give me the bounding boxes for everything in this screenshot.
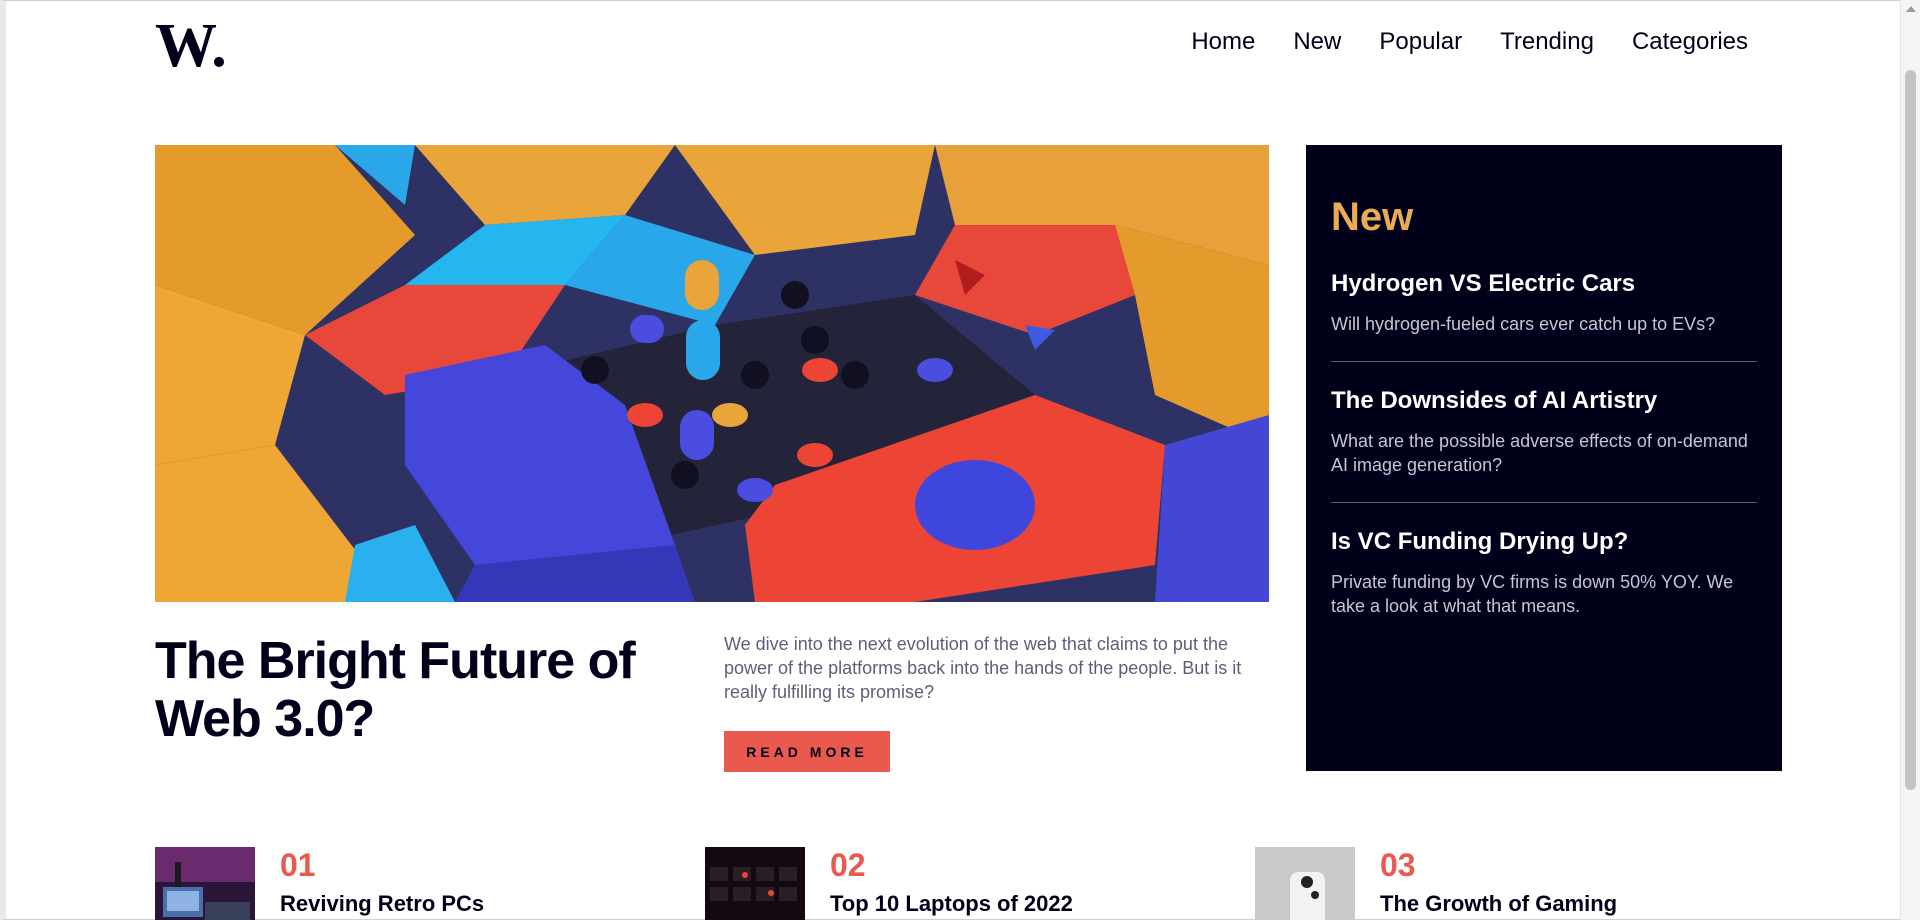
article-number: 03 [1380,847,1416,883]
article-card: 03 The Growth of Gaming [1255,847,1755,920]
new-item-desc: Will hydrogen-fueled cars ever catch up … [1331,314,1716,334]
nav-trending[interactable]: Trending [1500,28,1594,56]
hero-title: The Bright Future of Web 3.0? [155,632,636,748]
new-item: The Downsides of AI Artistry What are th… [1331,387,1757,503]
new-item: Hydrogen VS Electric Cars Will hydrogen-… [1331,270,1757,362]
new-item-title[interactable]: Is VC Funding Drying Up? [1331,528,1757,556]
new-item-title[interactable]: The Downsides of AI Artistry [1331,387,1757,415]
article-title[interactable]: The Growth of Gaming [1380,891,1617,917]
article-card: 01 Reviving Retro PCs [155,847,655,920]
hero-illustration [155,145,1269,602]
article-thumbnail[interactable] [1255,847,1355,920]
new-item: Is VC Funding Drying Up? Private funding… [1331,528,1757,643]
nav-home[interactable]: Home [1191,28,1255,56]
main-nav: Home New Popular Trending Categories [1191,28,1748,56]
retro-pc-image [155,847,255,920]
laptop-keyboard-image [705,847,805,920]
game-controller-image [1255,847,1355,920]
hero-image [155,145,1269,602]
article-card: 02 Top 10 Laptops of 2022 [705,847,1205,920]
nav-categories[interactable]: Categories [1632,28,1748,56]
article-title[interactable]: Reviving Retro PCs [280,891,484,917]
site-header: W. Home New Popular Trending Categories [155,18,1748,78]
logo-text: W. [155,18,227,72]
featured-articles: 01 Reviving Retro PCs 02 Top 10 Laptops … [155,847,1783,920]
article-number: 02 [830,847,866,883]
nav-new[interactable]: New [1293,28,1341,56]
article-thumbnail[interactable] [705,847,805,920]
scroll-up-icon[interactable] [1906,6,1916,12]
new-articles-panel: New Hydrogen VS Electric Cars Will hydro… [1306,145,1782,771]
hero-description: We dive into the next evolution of the w… [724,634,1242,702]
vertical-scrollbar[interactable] [1900,0,1920,920]
nav-popular[interactable]: Popular [1379,28,1462,56]
new-item-title[interactable]: Hydrogen VS Electric Cars [1331,270,1757,298]
scrollbar-thumb[interactable] [1905,70,1916,790]
new-item-desc: What are the possible adverse effects of… [1331,431,1748,475]
new-item-desc: Private funding by VC firms is down 50% … [1331,572,1734,616]
article-thumbnail[interactable] [155,847,255,920]
logo[interactable]: W. [155,18,237,72]
article-number: 01 [280,847,316,883]
new-panel-heading: New [1331,195,1414,239]
read-more-button[interactable]: READ MORE [724,731,890,772]
article-title[interactable]: Top 10 Laptops of 2022 [830,891,1073,917]
